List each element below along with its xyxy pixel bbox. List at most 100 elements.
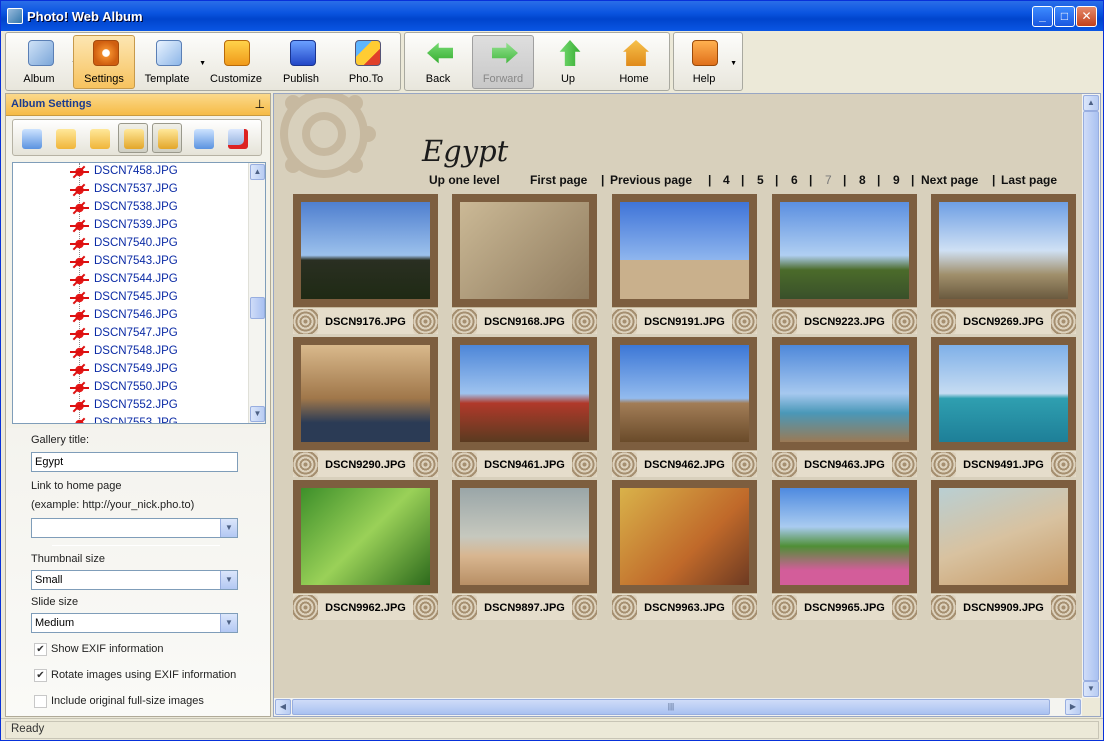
scroll-down-icon[interactable]: ▼ — [1083, 681, 1099, 697]
rotate-exif-checkbox[interactable]: ✔ — [34, 669, 47, 682]
photo-image[interactable] — [460, 488, 589, 585]
nav-next-page[interactable]: Next page — [921, 173, 978, 187]
chevron-down-icon[interactable]: ▼ — [220, 571, 237, 589]
photo-thumbnail[interactable]: DSCN9462.JPG — [612, 337, 757, 477]
tree-file-item[interactable]: DSCN7458.JPG — [13, 163, 249, 181]
photo-thumbnail[interactable]: DSCN9461.JPG — [452, 337, 597, 477]
delete-image-button[interactable] — [222, 123, 252, 153]
customize-button[interactable]: Customize — [204, 35, 268, 89]
gallery-title-input[interactable]: Egypt — [31, 452, 238, 472]
phototo-button[interactable]: Pho.To — [335, 35, 397, 89]
title-bar[interactable]: Photo! Web Album _ □ ✕ — [1, 1, 1103, 31]
album-button[interactable]: Album ▼ — [8, 35, 78, 89]
tree-scrollbar[interactable]: ▲ ▼ — [248, 163, 265, 423]
thumbnail-size-select[interactable]: Small ▼ — [31, 570, 238, 590]
scroll-up-icon[interactable]: ▲ — [250, 164, 265, 180]
photo-thumbnail[interactable]: DSCN9962.JPG — [293, 480, 438, 620]
tree-file-item[interactable]: DSCN7539.JPG — [13, 217, 249, 235]
maximize-button[interactable]: □ — [1054, 6, 1075, 27]
photo-image[interactable] — [620, 202, 749, 299]
photo-thumbnail[interactable]: DSCN9176.JPG — [293, 194, 438, 334]
up-button[interactable]: Up — [537, 35, 599, 89]
content-hscroll-thumb[interactable]: ||| — [292, 699, 1050, 715]
nav-last-page[interactable]: Last page — [1001, 173, 1057, 187]
tree-file-item[interactable]: DSCN7538.JPG — [13, 199, 249, 217]
publish-button[interactable]: Publish — [270, 35, 332, 89]
photo-image[interactable] — [939, 345, 1068, 442]
photo-image[interactable] — [301, 488, 430, 585]
show-exif-label[interactable]: Show EXIF information — [51, 643, 164, 655]
photo-image[interactable] — [301, 202, 430, 299]
nav-page-4[interactable]: 4 — [723, 173, 730, 187]
open-folder-button[interactable] — [84, 123, 114, 153]
tree-file-item[interactable]: DSCN7537.JPG — [13, 181, 249, 199]
photo-thumbnail[interactable]: DSCN9965.JPG — [772, 480, 917, 620]
file-tree[interactable]: DSCN7458.JPG DSCN7537.JPG DSCN7538.JPG DSCN… — [12, 162, 266, 424]
nav-page-5[interactable]: 5 — [757, 173, 764, 187]
photo-thumbnail[interactable]: DSCN9191.JPG — [612, 194, 757, 334]
content-horizontal-scrollbar[interactable]: ◀ ||| ▶ — [274, 698, 1082, 716]
tree-file-item[interactable]: DSCN7544.JPG — [13, 271, 249, 289]
rotate-exif-label[interactable]: Rotate images using EXIF information — [51, 669, 236, 681]
back-button[interactable]: Back — [407, 35, 469, 89]
forward-button[interactable]: Forward — [472, 35, 534, 89]
include-original-checkbox[interactable] — [34, 695, 47, 708]
home-link-combobox[interactable]: ▼ — [31, 518, 238, 538]
show-exif-checkbox[interactable]: ✔ — [34, 643, 47, 656]
photo-thumbnail[interactable]: DSCN9491.JPG — [931, 337, 1076, 477]
photo-image[interactable] — [939, 488, 1068, 585]
tree-file-item[interactable]: DSCN7543.JPG — [13, 253, 249, 271]
tree-file-item[interactable]: DSCN7550.JPG — [13, 379, 249, 397]
help-dropdown-icon[interactable]: ▼ — [730, 60, 737, 67]
photo-image[interactable] — [460, 202, 589, 299]
add-folder-button[interactable] — [50, 123, 80, 153]
tree-file-item[interactable]: DSCN7548.JPG — [13, 343, 249, 361]
photo-image[interactable] — [301, 345, 430, 442]
nav-page-8[interactable]: 8 — [859, 173, 866, 187]
scroll-down-icon[interactable]: ▼ — [250, 406, 265, 422]
slide-size-select[interactable]: Medium ▼ — [31, 613, 238, 633]
content-vscroll-thumb[interactable] — [1083, 111, 1099, 681]
photo-image[interactable] — [780, 488, 909, 585]
tree-file-item[interactable]: DSCN7553.JPG — [13, 415, 249, 423]
photo-image[interactable] — [780, 202, 909, 299]
nav-first-page[interactable]: First page — [530, 173, 587, 187]
scroll-up-icon[interactable]: ▲ — [1083, 95, 1099, 111]
photo-thumbnail[interactable]: DSCN9963.JPG — [612, 480, 757, 620]
photo-thumbnail[interactable]: DSCN9290.JPG — [293, 337, 438, 477]
tree-file-item[interactable]: DSCN7540.JPG — [13, 235, 249, 253]
photo-image[interactable] — [620, 488, 749, 585]
photo-image[interactable] — [780, 345, 909, 442]
scroll-right-icon[interactable]: ▶ — [1065, 699, 1081, 715]
nav-previous-page[interactable]: Previous page — [610, 173, 692, 187]
nav-page-6[interactable]: 6 — [791, 173, 798, 187]
content-vertical-scrollbar[interactable]: ▲ ▼ — [1082, 94, 1100, 698]
add-image-button[interactable] — [16, 123, 46, 153]
chevron-down-icon[interactable]: ▼ — [220, 519, 237, 537]
template-button[interactable]: Template ▼ — [136, 35, 206, 89]
pin-icon[interactable]: ⊥ — [255, 97, 265, 111]
tree-scroll-thumb[interactable] — [250, 297, 265, 319]
photo-thumbnail[interactable]: DSCN9897.JPG — [452, 480, 597, 620]
photo-thumbnail[interactable]: DSCN9463.JPG — [772, 337, 917, 477]
photo-thumbnail[interactable]: DSCN9909.JPG — [931, 480, 1076, 620]
tree-file-item[interactable]: DSCN7552.JPG — [13, 397, 249, 415]
home-button[interactable]: Home — [603, 35, 665, 89]
help-button[interactable]: Help ▼ — [676, 35, 737, 89]
move-up-button[interactable] — [152, 123, 182, 153]
tree-file-item[interactable]: DSCN7546.JPG — [13, 307, 249, 325]
chevron-down-icon[interactable]: ▼ — [220, 614, 237, 632]
move-down-button[interactable] — [118, 123, 148, 153]
scroll-left-icon[interactable]: ◀ — [275, 699, 291, 715]
photo-thumbnail[interactable]: DSCN9269.JPG — [931, 194, 1076, 334]
photo-image[interactable] — [460, 345, 589, 442]
tree-file-item[interactable]: DSCN7549.JPG — [13, 361, 249, 379]
tree-file-item[interactable]: DSCN7547.JPG — [13, 325, 249, 343]
nav-page-9[interactable]: 9 — [893, 173, 900, 187]
minimize-button[interactable]: _ — [1032, 6, 1053, 27]
photo-thumbnail[interactable]: DSCN9223.JPG — [772, 194, 917, 334]
close-button[interactable]: ✕ — [1076, 6, 1097, 27]
remove-image-button[interactable] — [188, 123, 218, 153]
photo-thumbnail[interactable]: DSCN9168.JPG — [452, 194, 597, 334]
settings-button[interactable]: Settings — [73, 35, 135, 89]
